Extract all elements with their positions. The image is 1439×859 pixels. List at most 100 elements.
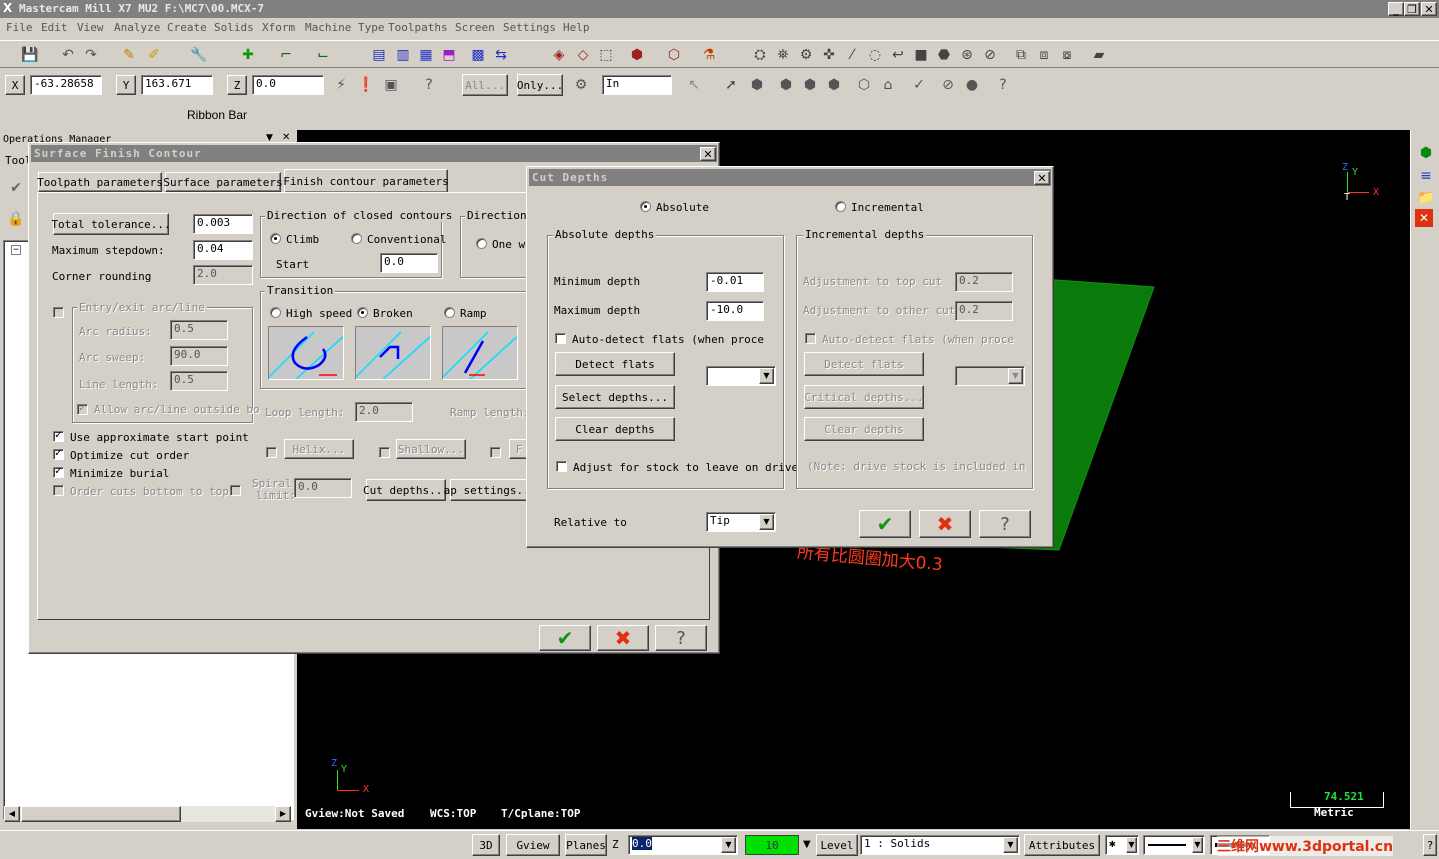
close-app-icon[interactable]: ✕ (1421, 2, 1437, 16)
select-depths-button[interactable]: Select depths... (555, 385, 675, 409)
status-planes-button[interactable]: Planes (565, 834, 607, 856)
grid-icon[interactable]: ▦ (415, 44, 437, 66)
detect-flats-button[interactable]: Detect flats (555, 352, 675, 376)
menu-edit[interactable]: Edit (41, 21, 68, 34)
relative-to-arrow-icon[interactable]: ▼ (759, 514, 774, 530)
max-depth-input[interactable]: -10.0 (706, 301, 764, 321)
ops-hscrollbar[interactable]: ◀ ▶ (4, 806, 291, 822)
f-checkbox[interactable] (490, 447, 501, 458)
menu-analyze[interactable]: Analyze (114, 21, 160, 34)
max-stepdown-input[interactable]: 0.04 (193, 240, 253, 260)
adj-top-input[interactable]: 0.2 (955, 272, 1013, 292)
status-level-button[interactable]: Level (816, 834, 858, 856)
scroll-thumb[interactable] (21, 806, 181, 822)
menu-xform[interactable]: Xform (262, 21, 295, 34)
ramp-radio[interactable] (444, 307, 455, 318)
mill-op-4-icon[interactable]: ✜ (818, 44, 840, 66)
menu-help[interactable]: Help (563, 21, 590, 34)
arc-radius-input[interactable]: 0.5 (170, 320, 228, 340)
solid-select-2-icon[interactable]: ⬢ (775, 74, 797, 96)
add-point-icon[interactable]: ✚ (237, 44, 259, 66)
cube-icon[interactable]: ⬚ (595, 44, 617, 66)
point-style-arrow-icon[interactable]: ▼ (1126, 837, 1137, 853)
line-style-arrow-icon[interactable]: ▼ (1192, 837, 1203, 853)
restore-icon[interactable]: ❐ (1404, 2, 1420, 16)
menu-screen[interactable]: Screen (455, 21, 495, 34)
gap-settings-button[interactable]: ap settings... (444, 479, 536, 501)
units-select[interactable]: In (602, 75, 672, 95)
status-attributes-button[interactable]: Attributes (1024, 834, 1100, 856)
autocursor-icon[interactable]: ▣ (380, 74, 402, 96)
high-speed-radio[interactable] (270, 307, 281, 318)
scroll-right-icon[interactable]: ▶ (275, 806, 291, 822)
entry-exit-checkbox[interactable] (53, 307, 64, 318)
menu-toolpaths[interactable]: Toolpaths (388, 21, 448, 34)
ops-select-all-icon[interactable]: ✔ (5, 177, 27, 199)
start-input[interactable]: 0.0 (380, 253, 438, 273)
mill-op-2-icon[interactable]: ⛯ (772, 44, 794, 66)
spiral-checkbox[interactable] (230, 485, 241, 496)
solid-select-8-icon[interactable]: ⊘ (937, 74, 959, 96)
menu-solids[interactable]: Solids (214, 21, 254, 34)
loop-length-input[interactable]: 2.0 (355, 402, 413, 422)
save-icon[interactable]: 💾 (19, 44, 41, 66)
order-cuts-checkbox[interactable] (53, 485, 64, 496)
color-arrow-icon[interactable]: ▼ (803, 839, 811, 850)
solid-select-9-icon[interactable]: ● (961, 74, 983, 96)
mill-op-7-icon[interactable]: ↩ (887, 44, 909, 66)
menu-machine-type[interactable]: Machine Type (305, 21, 384, 34)
status-z-arrow-icon[interactable]: ▼ (721, 837, 736, 853)
tool-icon[interactable]: ⚗ (698, 44, 720, 66)
flats-dropdown-arrow-icon[interactable]: ▼ (759, 368, 774, 384)
inc-auto-detect-checkbox[interactable] (805, 333, 816, 344)
clear-depths-button[interactable]: Clear depths (555, 417, 675, 441)
chain-icon[interactable]: ⬒ (438, 44, 460, 66)
inc-flats-dropdown-arrow-icon[interactable]: ▼ (1008, 368, 1023, 384)
line-length-input[interactable]: 0.5 (170, 371, 228, 391)
surface-cancel-button[interactable]: ✖ (597, 625, 649, 651)
minimize-burial-checkbox[interactable]: ✓ (53, 467, 64, 478)
status-help-button[interactable]: ? (1423, 834, 1437, 856)
min-depth-input[interactable]: -0.01 (706, 272, 764, 292)
inc-detect-flats-button[interactable]: Detect flats (804, 352, 924, 376)
inc-flats-dropdown[interactable]: ▼ (955, 366, 1025, 386)
menu-view[interactable]: View (77, 21, 104, 34)
transfer-icon[interactable]: ⇆ (490, 44, 512, 66)
status-3d-button[interactable]: 3D (472, 834, 500, 856)
menu-create[interactable]: Create (167, 21, 207, 34)
cut-depths-button[interactable]: Cut depths... (363, 479, 449, 501)
flats-dropdown[interactable]: ▼ (706, 366, 776, 386)
total-tolerance-button[interactable]: Total tolerance... (51, 213, 171, 235)
scroll-left-icon[interactable]: ◀ (4, 806, 20, 822)
relative-to-select[interactable]: Tip ▼ (706, 512, 776, 532)
status-z-input[interactable]: 0.0 ▼ (628, 835, 738, 855)
wrench-icon[interactable]: 🔧 (188, 44, 210, 66)
absolute-radio[interactable] (640, 201, 651, 212)
right-delete-icon[interactable]: ✕ (1415, 209, 1433, 227)
solid-help-icon[interactable]: ? (992, 74, 1014, 96)
critical-depths-button[interactable]: Critical depths... (804, 385, 924, 409)
x-coord-button[interactable]: X (5, 75, 25, 95)
z-coord-field[interactable]: 0.0 (252, 75, 324, 95)
mill-op-12-icon[interactable]: ⧉ (1010, 44, 1032, 66)
isometric-icon[interactable]: ⬢ (626, 44, 648, 66)
solid-select-4-icon[interactable]: ⬢ (823, 74, 845, 96)
surface-ok-button[interactable]: ✔ (539, 625, 591, 651)
line-style-select[interactable]: ▼ (1143, 835, 1205, 855)
one-way-radio[interactable] (476, 238, 487, 249)
layers-icon[interactable]: ▥ (392, 44, 414, 66)
status-gview-button[interactable]: Gview (506, 834, 560, 856)
cut-depths-ok-button[interactable]: ✔ (859, 510, 911, 538)
arc-sweep-input[interactable]: 90.0 (170, 346, 228, 366)
rotate-view-icon[interactable]: ⬡ (663, 44, 685, 66)
mill-op-3-icon[interactable]: ⚙ (795, 44, 817, 66)
cut-depths-cancel-button[interactable]: ✖ (919, 510, 971, 538)
allow-outside-checkbox[interactable]: ✓ (77, 404, 88, 415)
minimize-icon[interactable]: _ (1388, 2, 1404, 16)
inc-clear-depths-button[interactable]: Clear depths (804, 417, 924, 441)
shallow-button[interactable]: Shallow... (396, 439, 466, 459)
help-question-icon[interactable]: ? (418, 74, 440, 96)
solid-select-5-icon[interactable]: ⬡ (853, 74, 875, 96)
redo-icon[interactable]: ↷ (80, 44, 102, 66)
surface-help-button[interactable]: ? (655, 625, 707, 651)
